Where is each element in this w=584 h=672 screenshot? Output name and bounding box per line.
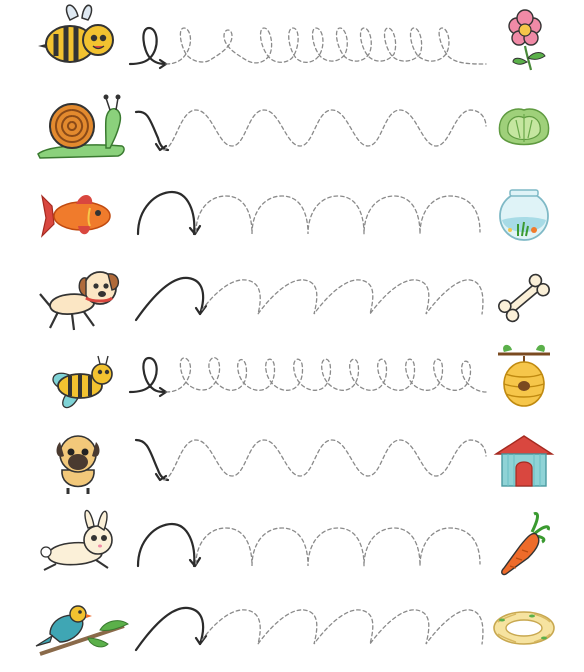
slant-arch-tracing-path <box>134 276 484 322</box>
tracing-row-bunny-carrot <box>0 504 584 588</box>
wave-tracing-path <box>134 109 487 152</box>
tracing-row-snail-lettuce <box>0 86 584 170</box>
bird-illustration <box>35 605 129 656</box>
tracing-row-bee-flower <box>0 0 584 84</box>
tracing-row-bird-nest <box>0 586 584 670</box>
puppy-illustration <box>39 271 119 331</box>
goldfish-illustration <box>40 194 111 238</box>
nest-illustration <box>493 611 555 645</box>
lettuce-illustration <box>498 108 550 146</box>
dog-house-illustration <box>493 435 555 487</box>
bone-illustration <box>498 273 550 323</box>
bunny-illustration <box>40 509 113 571</box>
pug-illustration <box>56 435 100 494</box>
tracing-worksheet <box>0 0 584 672</box>
flying-bee-illustration <box>52 355 113 409</box>
wave-tracing-path <box>134 438 487 482</box>
loop-tracing-path <box>128 356 487 398</box>
tracing-row-pug-doghouse <box>0 420 584 504</box>
arch-tracing-path <box>136 190 481 236</box>
tracing-row-fish-bowl <box>0 172 584 256</box>
fishbowl-illustration <box>499 189 549 241</box>
tracing-row-bee-hive <box>0 340 584 424</box>
slant-arch-tracing-path <box>134 606 484 652</box>
bee-illustration <box>38 4 114 63</box>
snail-illustration <box>37 94 125 159</box>
loop-tracing-path <box>128 26 487 70</box>
flower-illustration <box>508 9 546 71</box>
carrot-illustration <box>501 512 550 576</box>
arch-tracing-path <box>136 522 481 568</box>
beehive-illustration <box>498 344 550 407</box>
tracing-row-puppy-bone <box>0 256 584 340</box>
